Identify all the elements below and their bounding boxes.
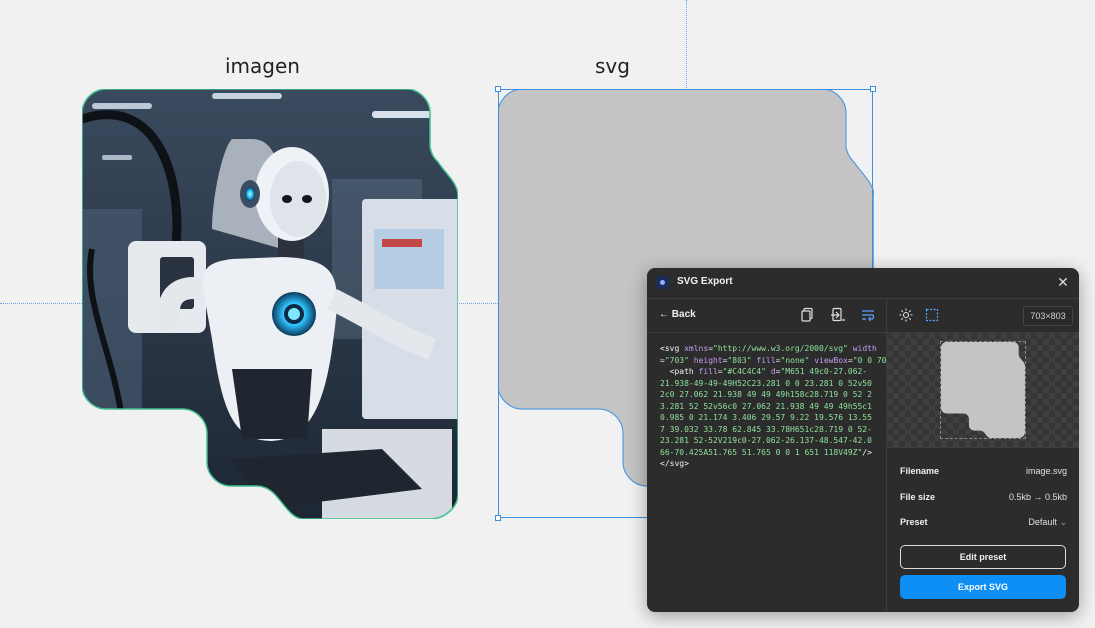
preview-toolbar: 703×803 [887,299,1079,333]
plugin-logo-icon [656,276,669,289]
code-path-close: /> [862,447,872,457]
export-to-canvas-icon[interactable] [830,307,846,323]
svg-code-view[interactable]: <svg xmlns="http://www.w3.org/2000/svg" … [660,343,920,470]
svg-export-panel: SVG Export ✕ ← Back <svg xmlns="http://w… [647,268,1079,612]
selection-icon[interactable] [924,307,940,323]
preset-dropdown[interactable]: Default ⌄ [1028,517,1067,528]
chevron-down-icon: ⌄ [1059,517,1067,527]
arrow-left-icon: ← [659,309,669,320]
back-button[interactable]: ← Back [659,309,696,320]
copy-icon[interactable] [800,307,816,323]
code-attr-name: xmlns [684,344,709,353]
code-path-fill-attr: fill [698,367,718,376]
preview-shape [941,342,1025,438]
panel-title: SVG Export [677,276,733,287]
export-svg-button[interactable]: Export SVG [900,575,1066,599]
edit-preset-button[interactable]: Edit preset [900,545,1066,569]
filesize-value: 0.5kb → 0.5kb [1008,492,1067,502]
dimensions-field[interactable]: 703×803 [1023,306,1073,326]
code-attr-value: "none" [780,355,810,365]
robot-image[interactable] [82,89,458,519]
code-attr-name: height [693,355,723,365]
code-path-fill-value: "#C4C4C4" [722,367,766,376]
preview-bounding-box [940,341,1026,439]
close-icon[interactable]: ✕ [1055,274,1071,290]
code-svg-close: </svg> [660,459,689,468]
code-attr-name: width [852,344,877,353]
code-path-open: <path [669,367,699,376]
resize-handle-top-left[interactable] [495,86,501,92]
svg-preview [887,333,1079,448]
back-label: Back [671,309,696,320]
code-attr-name: viewBox [814,355,848,365]
code-attr-name: fill [756,355,776,365]
code-attr-value: "http://www.w3.org/2000/svg" [713,344,848,353]
filesize-label: File size [900,492,936,502]
code-attr-value: "703" [664,355,689,365]
code-pane: ← Back <svg xmlns="http://www.w3.org/200… [647,299,920,612]
filename-label: Filename [900,466,940,476]
preset-label: Preset [900,517,928,527]
code-toolbar: ← Back [647,299,886,333]
code-path-d-attr: d [770,367,776,376]
sun-icon[interactable] [898,307,914,323]
resize-handle-top-right[interactable] [870,86,876,92]
frame-label-imagen[interactable]: imagen [225,54,300,78]
preview-pane: 703×803 Filename image.svg File size 0.5… [887,299,1079,612]
code-path-d-value: "M651 49c0-27.062- 21.938-49-49-49H52C23… [660,367,872,457]
wrap-text-icon[interactable] [860,307,876,323]
frame-label-svg[interactable]: svg [595,54,630,78]
panel-header: SVG Export ✕ [647,268,1079,299]
preset-value: Default [1028,517,1057,527]
resize-handle-bottom-left[interactable] [495,515,501,521]
filename-value[interactable]: image.svg [1026,466,1067,476]
code-attr-value: "803" [727,355,752,365]
code-svg-open: <svg [660,344,685,353]
